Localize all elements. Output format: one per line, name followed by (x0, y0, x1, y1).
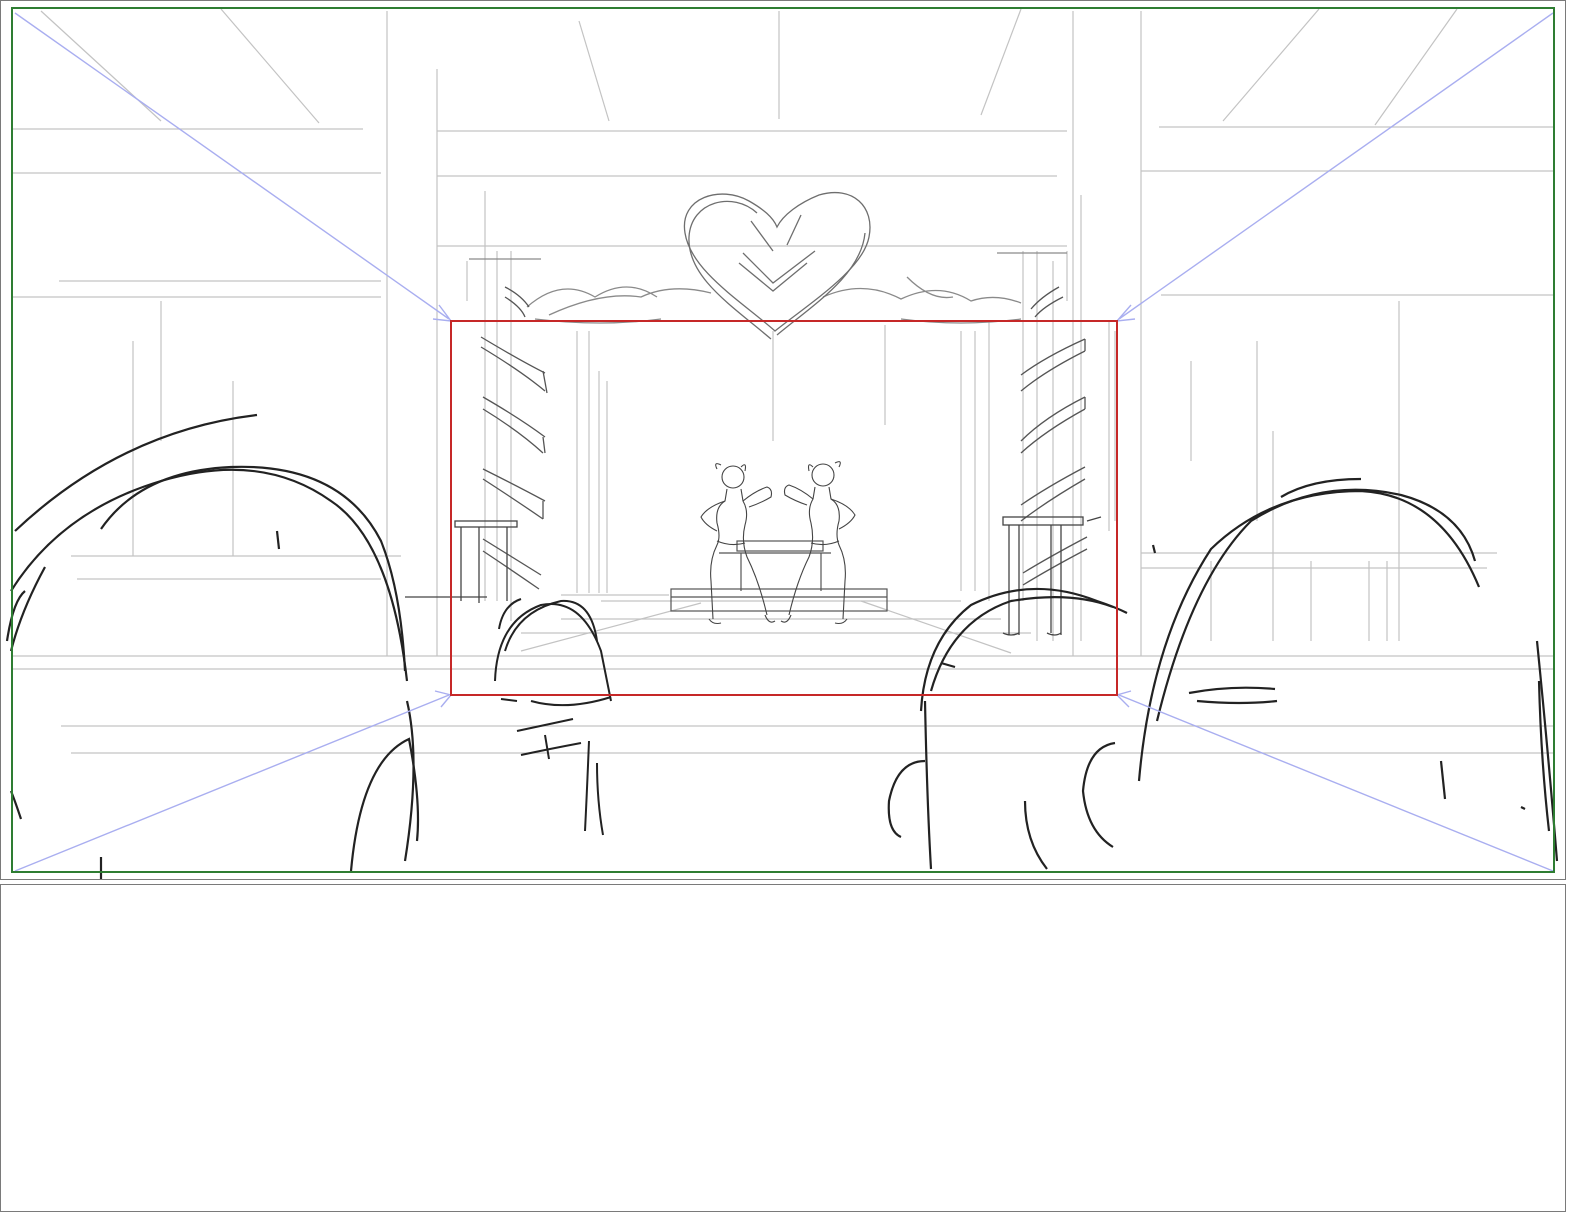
audience-head-right (1137, 477, 1559, 862)
dancer-right (780, 461, 856, 625)
zoom-arrows (14, 12, 1554, 872)
camera-start-frame (11, 7, 1555, 873)
construction-lines (11, 8, 1555, 754)
audience-head-center-right (887, 587, 1128, 870)
storyboard-page (0, 0, 1584, 1224)
sketch-canvas (5, 7, 1559, 879)
audience-head-left (5, 413, 420, 879)
storyboard-panel-2 (0, 884, 1566, 1212)
storyboard-panel-1 (0, 0, 1566, 880)
camera-end-frame (450, 320, 1118, 696)
audience-head-center-left (494, 598, 612, 836)
dancer-left (700, 463, 776, 625)
right-curtain-tiebacks (1020, 286, 1088, 586)
stage-valance (469, 252, 1067, 324)
heart-sign (683, 191, 871, 340)
side-tables (405, 516, 1102, 636)
left-curtain-tiebacks (480, 286, 548, 590)
